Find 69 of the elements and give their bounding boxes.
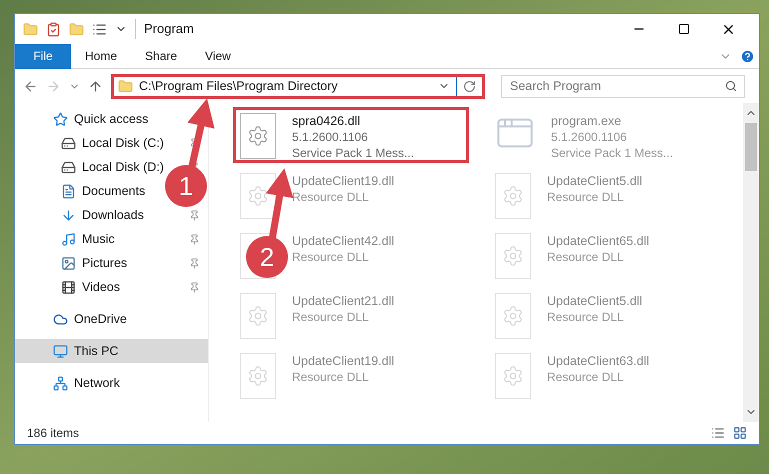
cloud-icon <box>53 312 68 326</box>
gear-file-icon <box>240 293 276 339</box>
pin-icon <box>189 258 200 268</box>
refresh-icon[interactable] <box>463 80 476 92</box>
ribbon-tab[interactable]: Home <box>71 44 132 68</box>
nav-item[interactable]: This PC <box>53 342 118 360</box>
film-icon <box>61 280 76 294</box>
scroll-thumb[interactable] <box>745 123 757 171</box>
gear-file-icon <box>495 293 531 339</box>
file-detail: Resource DLL <box>547 369 625 385</box>
file-detail: Resource DLL <box>547 249 625 265</box>
network-icon <box>53 376 68 390</box>
gear-file-icon <box>240 113 276 159</box>
ribbon-tab[interactable]: View <box>191 44 245 68</box>
gear-file-icon <box>495 353 531 399</box>
pin-icon <box>189 234 200 244</box>
file-name[interactable]: spra0426.dll <box>292 113 414 129</box>
file-detail: 5.1.2600.1106 <box>551 129 628 145</box>
details-view-icon[interactable] <box>711 426 725 440</box>
nav-item[interactable]: Network <box>53 374 120 392</box>
view-icon[interactable] <box>92 22 107 36</box>
drive-icon <box>61 136 76 150</box>
file-detail: Service Pack 1 Mess... <box>551 145 674 161</box>
address-bar[interactable]: C:\Program Files\Program Directory <box>111 74 485 98</box>
file-detail: Resource DLL <box>292 309 370 325</box>
drive-icon <box>61 160 76 174</box>
properties-icon[interactable] <box>46 22 61 36</box>
large-icons-view-icon[interactable] <box>733 426 747 440</box>
nav-item[interactable]: Local Disk (C:) <box>61 134 164 152</box>
nav-item[interactable]: Local Disk (D:) <box>61 158 164 176</box>
document-icon <box>61 184 76 198</box>
gear-file-icon <box>240 173 276 219</box>
file-detail: Resource DLL <box>547 189 625 205</box>
nav-item[interactable]: Downloads <box>61 206 144 224</box>
scrollbar[interactable] <box>743 103 759 422</box>
nav-item[interactable]: Quick access <box>53 110 148 128</box>
pin-icon <box>189 210 200 220</box>
star-icon <box>53 112 68 126</box>
item-count: 186 items <box>27 425 80 442</box>
file-detail: Resource DLL <box>547 309 625 325</box>
file-detail: Service Pack 1 Mess... <box>292 145 414 161</box>
folder-icon <box>118 78 133 94</box>
monitor-icon <box>53 344 68 358</box>
search-icon <box>725 80 737 92</box>
maximize-icon <box>678 23 690 35</box>
file-detail: Resource DLL <box>292 189 370 205</box>
picture-icon <box>61 256 76 270</box>
search-field[interactable]: Search Program <box>501 74 745 98</box>
up-icon[interactable] <box>88 78 103 94</box>
nav-item[interactable]: Documents <box>61 182 146 200</box>
window-title: Program <box>135 19 194 39</box>
gear-file-icon <box>240 353 276 399</box>
music-note-icon <box>61 232 76 246</box>
ribbon-tab[interactable]: Share <box>131 44 192 68</box>
back-icon[interactable] <box>23 78 38 94</box>
address-path: C:\Program Files\Program Directory <box>139 78 338 95</box>
ribbon-tab[interactable]: File <box>15 44 71 68</box>
gear-file-icon <box>495 173 531 219</box>
download-icon <box>61 208 76 222</box>
nav-item[interactable]: OneDrive <box>53 310 127 328</box>
nav-item[interactable]: Music <box>61 230 115 248</box>
pin-icon <box>189 282 200 292</box>
file-detail: Resource DLL <box>292 249 370 265</box>
gear-file-icon <box>495 233 531 279</box>
nav-item[interactable]: Videos <box>61 278 120 296</box>
file-detail: Resource DLL <box>292 369 370 385</box>
file-detail: 5.1.2600.1106 <box>292 129 369 145</box>
nav-item[interactable]: Pictures <box>61 254 128 272</box>
help-icon[interactable] <box>740 48 755 64</box>
